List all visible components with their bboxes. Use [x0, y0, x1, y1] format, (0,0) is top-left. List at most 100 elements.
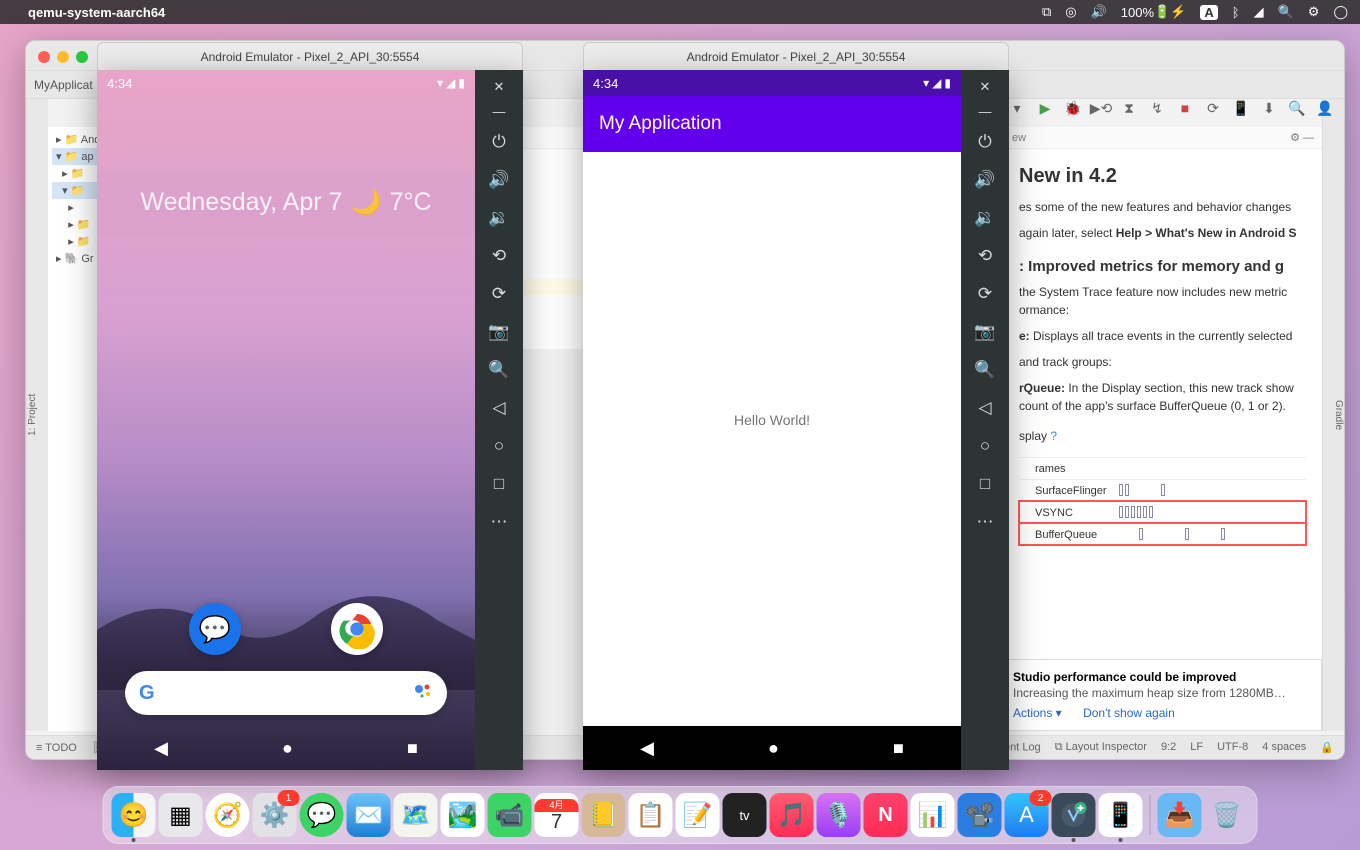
recents-button[interactable]: ■: [893, 738, 904, 759]
gear-icon[interactable]: ⚙ —: [1290, 131, 1314, 144]
zoom-icon[interactable]: 🔍: [967, 352, 1003, 388]
facetime-icon[interactable]: 📹: [488, 793, 532, 837]
home-icon[interactable]: ○: [967, 428, 1003, 464]
appstore-icon[interactable]: A: [1005, 793, 1049, 837]
launchpad-icon[interactable]: ▦: [159, 793, 203, 837]
assistant-icon[interactable]: [413, 681, 433, 706]
maps-icon[interactable]: 🗺️: [394, 793, 438, 837]
volume-icon[interactable]: 🔊: [1091, 4, 1107, 20]
back-button[interactable]: ◀: [154, 738, 168, 759]
device-select[interactable]: ▾: [1008, 99, 1026, 117]
bluetooth-icon[interactable]: ᛒ: [1232, 5, 1240, 20]
airdrop-icon[interactable]: ◎: [1065, 4, 1076, 20]
power-icon[interactable]: ⏻: [967, 124, 1003, 160]
rotate-right-icon[interactable]: ⟳: [481, 276, 517, 312]
sync-icon[interactable]: ⟳: [1204, 99, 1222, 117]
zoom-icon[interactable]: 🔍: [481, 352, 517, 388]
input-source-icon[interactable]: A: [1200, 5, 1217, 20]
battery-status[interactable]: 100% 🔋⚡: [1121, 4, 1187, 20]
account-icon[interactable]: 👤: [1316, 99, 1334, 117]
home-widget[interactable]: Wednesday, Apr 7🌙7°C: [97, 170, 475, 235]
close-window-button[interactable]: [38, 51, 50, 63]
more-icon[interactable]: ⋯: [481, 504, 517, 540]
messages-app-icon[interactable]: 💬: [189, 603, 241, 655]
podcasts-icon[interactable]: 🎙️: [817, 793, 861, 837]
rotate-left-icon[interactable]: ⟲: [481, 238, 517, 274]
home-button[interactable]: ●: [768, 738, 779, 759]
more-icon[interactable]: ⋯: [967, 504, 1003, 540]
chrome-app-icon[interactable]: [331, 603, 383, 655]
emulator-titlebar[interactable]: Android Emulator - Pixel_2_API_30:5554: [583, 42, 1009, 70]
volume-up-icon[interactable]: 🔊: [481, 162, 517, 198]
run-button[interactable]: ▶: [1036, 99, 1054, 117]
search-icon[interactable]: 🔍: [1288, 99, 1306, 117]
google-search-bar[interactable]: G: [125, 671, 447, 715]
control-center-icon[interactable]: ⚙: [1308, 4, 1320, 20]
notif-dismiss-link[interactable]: Don't show again: [1083, 706, 1175, 720]
messages-icon[interactable]: 💬: [300, 793, 344, 837]
finder-icon[interactable]: 😊: [112, 793, 156, 837]
back-button[interactable]: ◀: [640, 738, 654, 759]
attach-icon[interactable]: ↯: [1148, 99, 1166, 117]
minimize-window-button[interactable]: [57, 51, 69, 63]
screen-mirror-icon[interactable]: ⧉: [1042, 4, 1051, 20]
battery-icon: ▮: [458, 76, 465, 90]
siri-icon[interactable]: ◯: [1333, 4, 1348, 20]
camera-icon[interactable]: 📷: [967, 314, 1003, 350]
avd-icon[interactable]: 📱: [1232, 99, 1250, 117]
volume-down-icon[interactable]: 🔉: [481, 200, 517, 236]
home-icon[interactable]: ○: [481, 428, 517, 464]
recents-button[interactable]: ■: [407, 738, 418, 759]
stop-button[interactable]: ■: [1176, 99, 1194, 117]
rail-project[interactable]: 1: Project: [27, 394, 38, 436]
zoom-window-button[interactable]: [76, 51, 88, 63]
minimize-icon[interactable]: —: [967, 100, 1003, 122]
volume-down-icon[interactable]: 🔉: [967, 200, 1003, 236]
scrcpy-icon[interactable]: 📱: [1099, 793, 1143, 837]
news-icon[interactable]: N: [864, 793, 908, 837]
lock-icon[interactable]: 🔒: [1320, 741, 1334, 754]
rotate-right-icon[interactable]: ⟳: [967, 276, 1003, 312]
downloads-icon[interactable]: 📥: [1158, 793, 1202, 837]
wifi-icon[interactable]: ◢: [1254, 4, 1264, 20]
notif-actions-link[interactable]: Actions ▾: [1013, 706, 1062, 720]
notes-icon[interactable]: 📝: [676, 793, 720, 837]
layout-inspector-tab[interactable]: ⧉ Layout Inspector: [1055, 741, 1147, 754]
settings-icon[interactable]: ⚙️: [253, 793, 297, 837]
minimize-icon[interactable]: —: [481, 100, 517, 122]
overview-icon[interactable]: □: [967, 466, 1003, 502]
emulator-titlebar[interactable]: Android Emulator - Pixel_2_API_30:5554: [97, 42, 523, 70]
music-icon[interactable]: 🎵: [770, 793, 814, 837]
back-icon[interactable]: ◁: [967, 390, 1003, 426]
photos-icon[interactable]: 🏞️: [441, 793, 485, 837]
profile-icon[interactable]: ⧗: [1120, 99, 1138, 117]
power-icon[interactable]: ⏻: [481, 124, 517, 160]
emulator-screen-home[interactable]: 4:34 ▾◢▮ Wednesday, Apr 7🌙7°C 💬 G: [97, 70, 475, 770]
trash-icon[interactable]: 🗑️: [1205, 793, 1249, 837]
keynote-icon[interactable]: 📽️: [958, 793, 1002, 837]
sdk-icon[interactable]: ⬇: [1260, 99, 1278, 117]
emulator-screen-app[interactable]: 4:34 ▾◢▮ My Application Hello World! ◀ ●…: [583, 70, 961, 770]
camera-icon[interactable]: 📷: [481, 314, 517, 350]
numbers-icon[interactable]: 📊: [911, 793, 955, 837]
calendar-icon[interactable]: 4月7: [535, 793, 579, 837]
close-icon[interactable]: ✕: [481, 76, 517, 98]
safari-icon[interactable]: 🧭: [206, 793, 250, 837]
mail-icon[interactable]: ✉️: [347, 793, 391, 837]
menubar-app-name[interactable]: qemu-system-aarch64: [28, 5, 165, 20]
spotlight-icon[interactable]: 🔍: [1278, 4, 1294, 20]
android-studio-icon[interactable]: [1052, 793, 1096, 837]
reminders-icon[interactable]: 📋: [629, 793, 673, 837]
volume-up-icon[interactable]: 🔊: [967, 162, 1003, 198]
close-icon[interactable]: ✕: [967, 76, 1003, 98]
contacts-icon[interactable]: 📒: [582, 793, 626, 837]
back-icon[interactable]: ◁: [481, 390, 517, 426]
debug-button[interactable]: 🐞: [1064, 99, 1082, 117]
rail-gradle[interactable]: Gradle: [1333, 400, 1344, 430]
coverage-button[interactable]: ▶⟲: [1092, 99, 1110, 117]
overview-icon[interactable]: □: [481, 466, 517, 502]
todo-tab[interactable]: ≡ TODO: [36, 742, 77, 754]
appletv-icon[interactable]: tv: [723, 793, 767, 837]
home-button[interactable]: ●: [282, 738, 293, 759]
rotate-left-icon[interactable]: ⟲: [967, 238, 1003, 274]
